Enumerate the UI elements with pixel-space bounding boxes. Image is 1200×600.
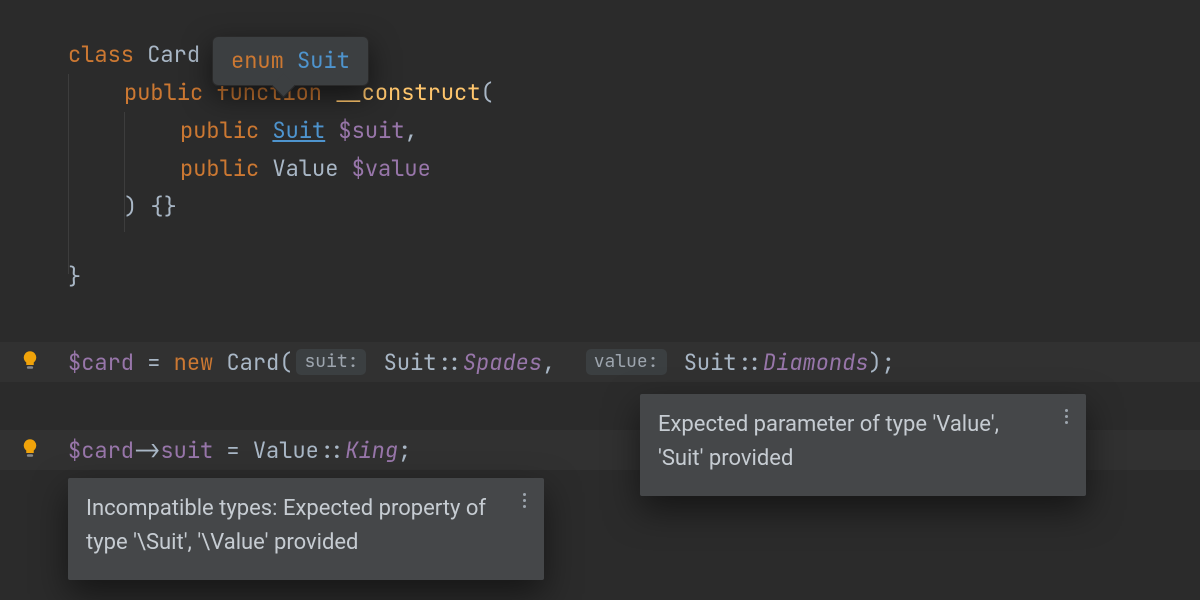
code-line[interactable]: $card->suit = Value::King;	[68, 432, 411, 470]
var-value: $value	[352, 154, 431, 183]
inlay-hint-value[interactable]: value:	[586, 349, 667, 375]
enum-diamonds: Diamonds	[763, 348, 869, 377]
inspection-tooltip-param-type[interactable]: Expected parameter of type 'Value', 'Sui…	[640, 394, 1086, 496]
code-line[interactable]: class Card {	[68, 36, 226, 74]
inspection-tooltip-incompatible[interactable]: Incompatible types: Expected property of…	[68, 478, 544, 580]
var-card: $card	[68, 348, 134, 377]
code-line[interactable]: ) {}	[124, 188, 177, 226]
code-line[interactable]: $card = new Card(suit: Suit::Spades, val…	[68, 344, 895, 382]
intention-bulb-icon[interactable]	[20, 438, 40, 458]
keyword-public: public	[124, 78, 203, 107]
keyword-class: class	[68, 40, 134, 69]
gutter	[0, 0, 60, 600]
quickdoc-keyword: enum	[231, 46, 284, 75]
enum-spades: Spades	[463, 348, 542, 377]
keyword-public: public	[180, 116, 259, 145]
keyword-new: new	[174, 348, 214, 377]
code-line[interactable]: }	[68, 258, 81, 296]
identifier-card: Card	[147, 40, 200, 69]
tooltip-more-icon[interactable]	[516, 490, 532, 510]
code-line[interactable]: public Suit $suit,	[180, 112, 418, 150]
inspection-message: Expected parameter of type 'Value', 'Sui…	[658, 412, 999, 471]
code-editor[interactable]: class Card { public function __construct…	[0, 0, 1200, 600]
type-suit-link[interactable]: Suit	[272, 116, 325, 145]
indent-guide	[68, 74, 69, 274]
tooltip-more-icon[interactable]	[1058, 406, 1074, 426]
quickdoc-popup[interactable]: enum Suit	[212, 36, 369, 86]
keyword-public: public	[180, 154, 259, 183]
type-value: Value	[272, 154, 338, 183]
var-card: $card	[68, 436, 134, 465]
property-suit: suit	[160, 436, 213, 465]
enum-king: King	[345, 436, 398, 465]
var-suit: $suit	[338, 116, 404, 145]
quickdoc-type-link[interactable]: Suit	[297, 46, 350, 75]
intention-bulb-icon[interactable]	[20, 350, 40, 370]
warning-span: Value::King	[253, 432, 398, 470]
identifier-card: Card	[226, 348, 279, 377]
inlay-hint-suit[interactable]: suit:	[296, 349, 366, 375]
inspection-message: Incompatible types: Expected property of…	[86, 496, 486, 555]
code-line[interactable]: public Value $value	[180, 150, 431, 188]
warning-span: Suit::Diamonds	[684, 344, 869, 382]
